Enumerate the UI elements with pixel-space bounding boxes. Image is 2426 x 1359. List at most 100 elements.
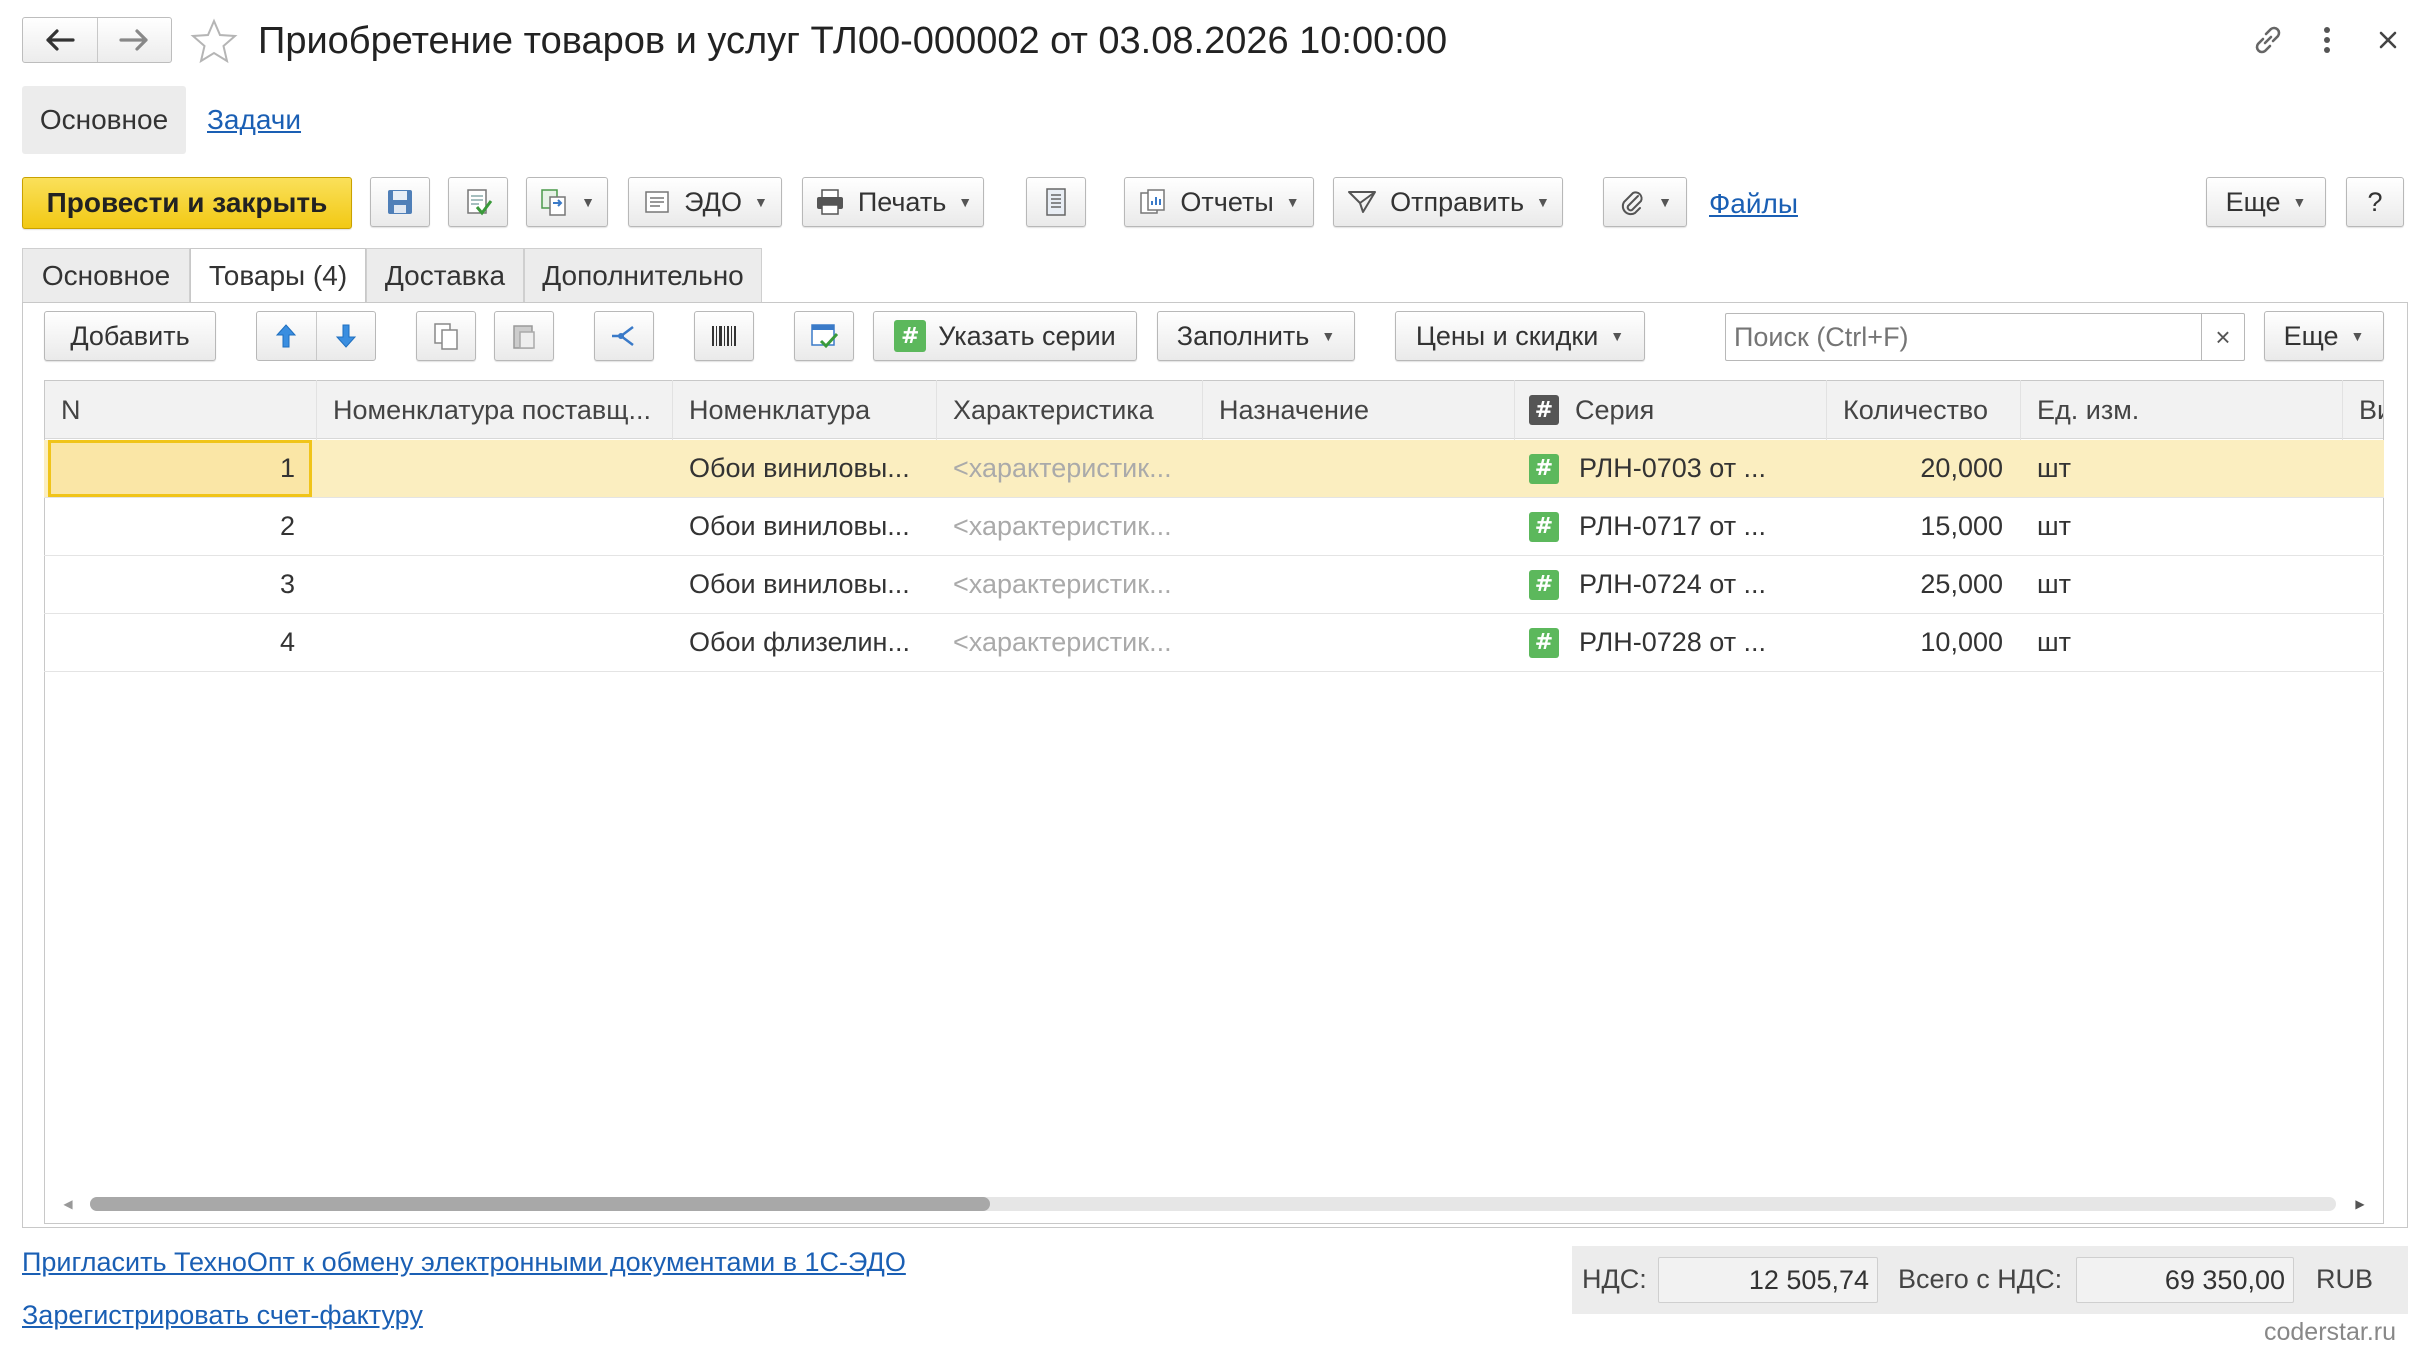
row-characteristic[interactable]: <характеристик... (937, 498, 1203, 555)
row-unit[interactable]: шт (2021, 614, 2343, 671)
row-quantity[interactable]: 15,000 (1827, 498, 2021, 555)
post-and-close-label: Провести и закрыть (46, 187, 328, 218)
col-type[interactable]: Ви (2343, 380, 2383, 440)
horizontal-scrollbar-thumb[interactable] (90, 1197, 990, 1211)
row-characteristic[interactable]: <характеристик... (937, 440, 1203, 497)
row-characteristic[interactable]: <характеристик... (937, 614, 1203, 671)
tab-main[interactable]: Основное (22, 248, 190, 302)
send-button[interactable]: Отправить ▼ (1333, 177, 1563, 227)
forward-button[interactable] (98, 18, 172, 62)
back-button[interactable] (23, 18, 98, 62)
tab-delivery-label: Доставка (384, 259, 506, 291)
fill-label: Заполнить (1176, 320, 1310, 351)
row-series[interactable]: РЛН-0724 от ... (1567, 556, 1827, 613)
row-item[interactable]: Обои флизелин... (673, 614, 937, 671)
search-clear-button[interactable]: × (2201, 314, 2244, 360)
paperclip-icon (1621, 191, 1643, 216)
chevron-down-icon: ▼ (581, 194, 595, 210)
tab-additional[interactable]: Дополнительно (524, 248, 762, 302)
reports-button[interactable]: Отчеты ▼ (1124, 177, 1314, 227)
row-purpose[interactable] (1203, 440, 1515, 497)
post-and-close-button[interactable]: Провести и закрыть (22, 177, 352, 229)
favorite-star-icon[interactable] (190, 18, 238, 66)
row-unit[interactable]: шт (2021, 498, 2343, 555)
col-purpose[interactable]: Назначение (1203, 380, 1515, 440)
files-link[interactable]: Файлы (1709, 188, 1798, 220)
row-n-cell[interactable]: 1 (48, 440, 312, 497)
split-row-button[interactable] (594, 311, 654, 361)
table-row[interactable]: 2 Обои виниловы... <характеристик... # Р… (44, 498, 2384, 556)
table-row[interactable]: 1 Обои виниловы... <характеристик... # Р… (44, 440, 2384, 498)
row-series[interactable]: РЛН-0717 от ... (1567, 498, 1827, 555)
more-vertical-icon[interactable] (2312, 22, 2342, 58)
table-row[interactable]: 4 Обои флизелин... <характеристик... # Р… (44, 614, 2384, 672)
attach-button[interactable]: ▼ (1603, 177, 1687, 227)
post-button[interactable] (448, 177, 508, 227)
edo-button[interactable]: ЭДО ▼ (628, 177, 782, 227)
move-down-button[interactable] (317, 312, 376, 360)
row-n[interactable]: 3 (48, 556, 312, 613)
tab-delivery[interactable]: Доставка (366, 248, 524, 302)
copy-row-button[interactable] (416, 311, 476, 361)
table-row[interactable]: 3 Обои виниловы... <характеристик... # Р… (44, 556, 2384, 614)
move-up-button[interactable] (257, 312, 317, 360)
row-n[interactable]: 4 (48, 614, 312, 671)
col-supplier-item[interactable]: Номенклатура поставщ... (317, 380, 673, 440)
row-item[interactable]: Обои виниловы... (673, 440, 937, 497)
row-supplier-item[interactable] (317, 498, 673, 555)
col-item[interactable]: Номенклатура (673, 380, 937, 440)
prices-discounts-button[interactable]: Цены и скидки ▼ (1395, 311, 1645, 361)
row-series[interactable]: РЛН-0728 от ... (1567, 614, 1827, 671)
col-quantity[interactable]: Количество (1827, 380, 2021, 440)
add-button[interactable]: Добавить (44, 311, 216, 361)
row-purpose[interactable] (1203, 498, 1515, 555)
row-item[interactable]: Обои виниловы... (673, 498, 937, 555)
row-purpose[interactable] (1203, 556, 1515, 613)
barcode-button[interactable] (694, 311, 754, 361)
paste-button[interactable] (494, 311, 554, 361)
col-n[interactable]: N (45, 380, 317, 440)
journal-button[interactable] (1026, 177, 1086, 227)
row-characteristic[interactable]: <характеристик... (937, 556, 1203, 613)
row-supplier-item[interactable] (317, 440, 673, 497)
chevron-down-icon: ▼ (753, 194, 768, 210)
search-input[interactable] (1726, 314, 2201, 360)
total-field[interactable]: 69 350,00 (2076, 1257, 2294, 1303)
register-invoice-link[interactable]: Зарегистрировать счет-фактуру (22, 1300, 423, 1331)
col-characteristic[interactable]: Характеристика (937, 380, 1203, 440)
col-series[interactable]: # Серия (1515, 380, 1827, 440)
print-label: Печать (857, 186, 947, 217)
help-button[interactable]: ? (2346, 177, 2404, 227)
save-button[interactable] (370, 177, 430, 227)
chevron-down-icon: ▼ (2292, 194, 2307, 210)
row-quantity[interactable]: 20,000 (1827, 440, 2021, 497)
row-purpose[interactable] (1203, 614, 1515, 671)
create-based-on-button[interactable]: ▼ (526, 177, 608, 227)
tab-goods[interactable]: Товары (4) (190, 248, 366, 304)
nav-tasks-link[interactable]: Задачи (207, 104, 301, 136)
goods-more-button[interactable]: Еще ▼ (2264, 311, 2384, 361)
nav-main[interactable]: Основное (22, 86, 186, 154)
row-n[interactable]: 2 (48, 498, 312, 555)
check-button[interactable] (794, 311, 854, 361)
fill-button[interactable]: Заполнить ▼ (1157, 311, 1355, 361)
col-unit[interactable]: Ед. изм. (2021, 380, 2343, 440)
row-quantity[interactable]: 10,000 (1827, 614, 2021, 671)
row-series[interactable]: РЛН-0703 от ... (1567, 440, 1827, 497)
specify-series-button[interactable]: # Указать серии (873, 311, 1137, 361)
row-unit[interactable]: шт (2021, 556, 2343, 613)
vat-field[interactable]: 12 505,74 (1658, 1257, 1878, 1303)
series-hash-icon: # (894, 320, 927, 352)
link-icon[interactable] (2250, 22, 2286, 58)
print-button[interactable]: Печать ▼ (802, 177, 984, 227)
row-supplier-item[interactable] (317, 614, 673, 671)
close-icon[interactable] (2372, 24, 2404, 56)
scroll-left-arrow[interactable]: ◀ (58, 1192, 78, 1216)
row-item[interactable]: Обои виниловы... (673, 556, 937, 613)
more-button[interactable]: Еще ▼ (2206, 177, 2326, 227)
invite-edo-link[interactable]: Пригласить ТехноОпт к обмену электронным… (22, 1247, 906, 1278)
scroll-right-arrow[interactable]: ▶ (2350, 1192, 2370, 1216)
row-unit[interactable]: шт (2021, 440, 2343, 497)
row-quantity[interactable]: 25,000 (1827, 556, 2021, 613)
row-supplier-item[interactable] (317, 556, 673, 613)
